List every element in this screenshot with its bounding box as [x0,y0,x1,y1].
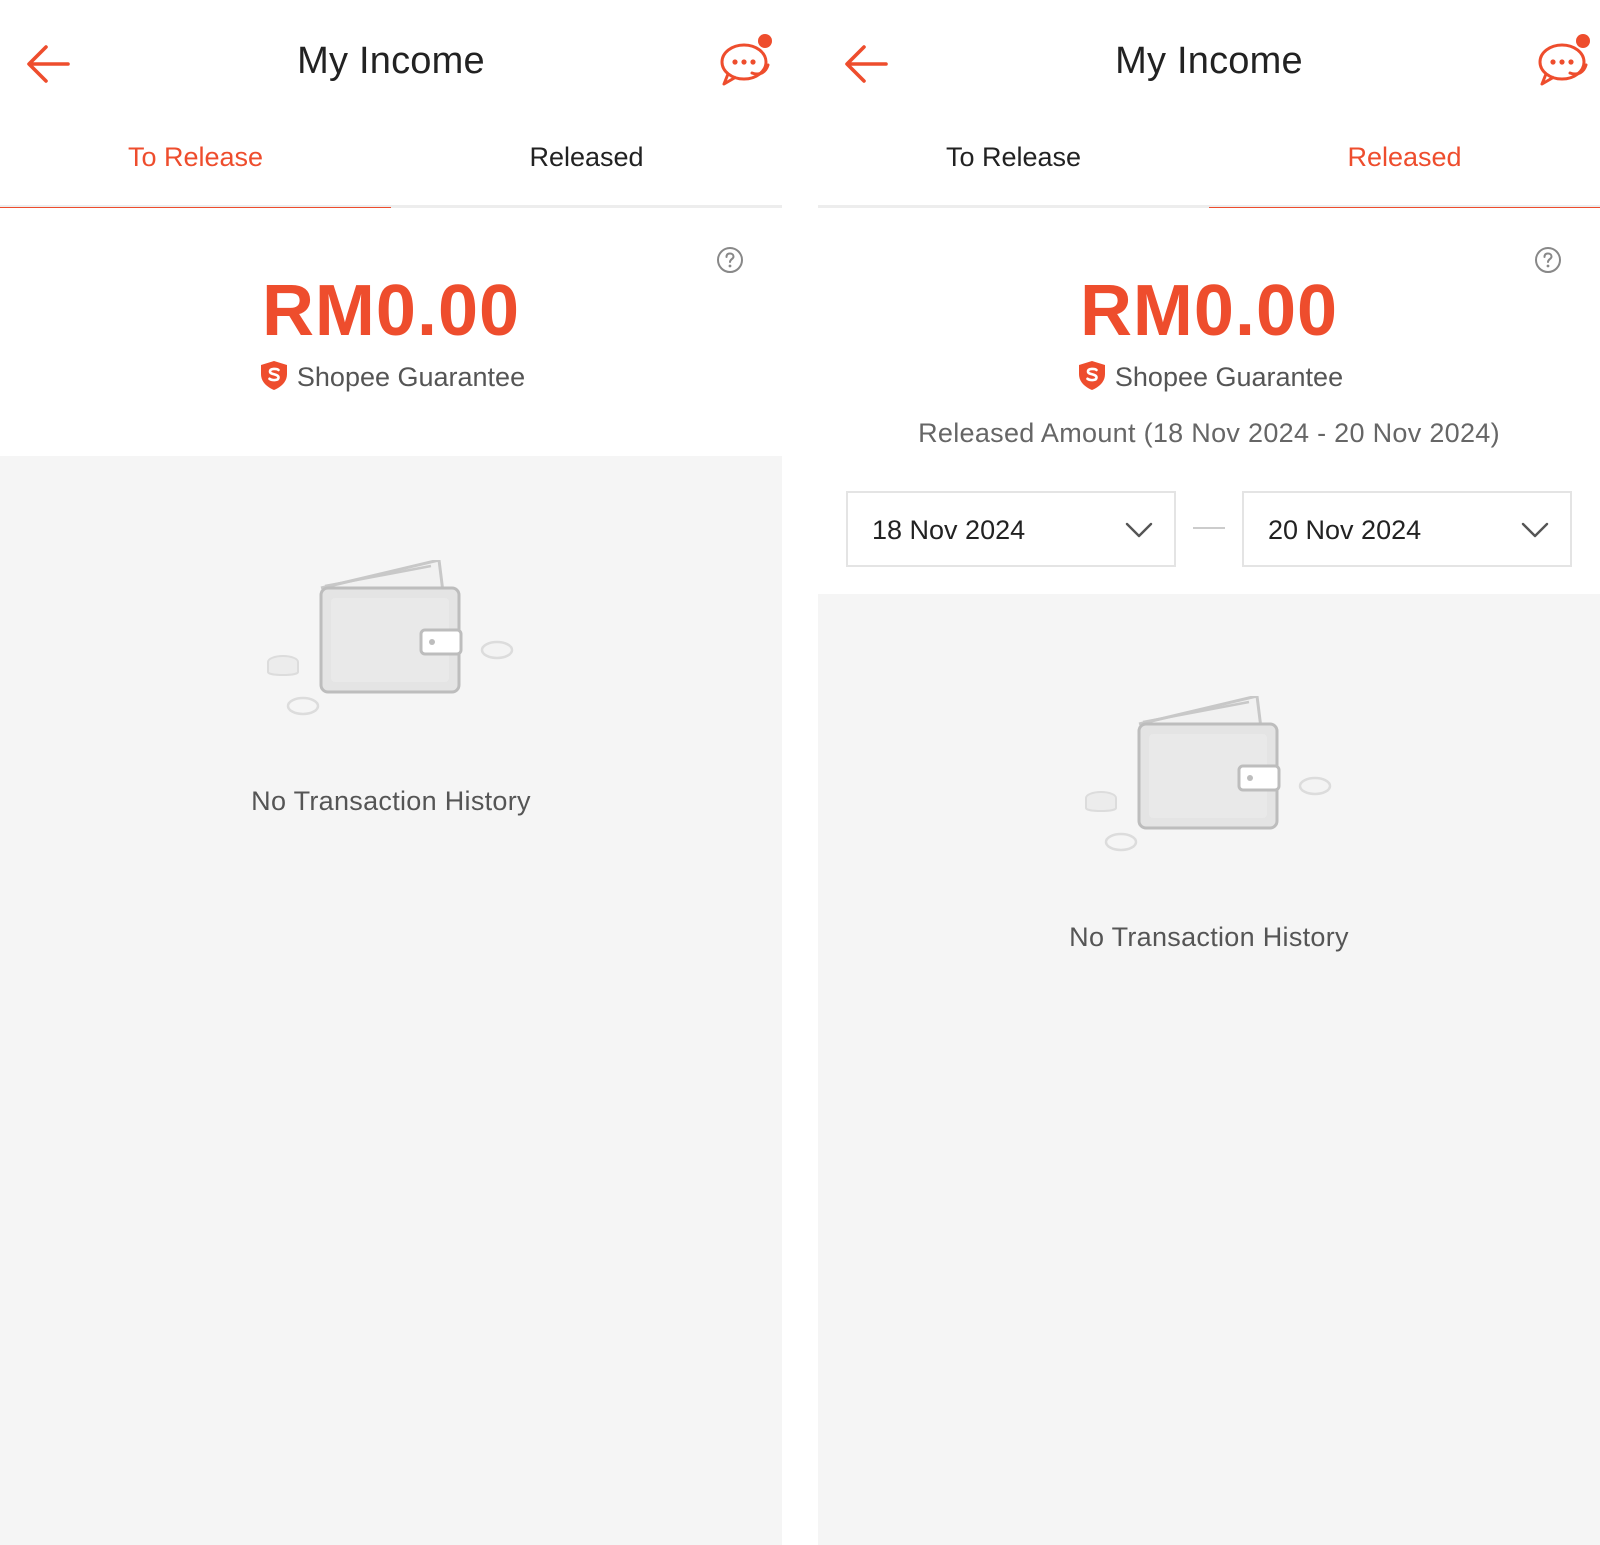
wallet-illustration-icon [267,560,514,716]
tab-to-release[interactable]: To Release [818,118,1209,208]
empty-state-text: No Transaction History [1069,922,1349,952]
shield-icon [1075,358,1109,392]
income-summary: RM0.00 Shopee Guarantee Released Amount … [818,208,1600,594]
wallet-illustration-icon [1085,696,1332,852]
tab-released[interactable]: Released [1209,118,1600,211]
guarantee-label: Shopee Guarantee [1114,362,1344,392]
tab-bar: To Release Released [818,118,1600,211]
page-title: My Income [1115,40,1303,82]
my-income-screen-released: My Income To Release Released RM0.00 Sho… [818,0,1600,1545]
end-date-value: 20 Nov 2024 [1268,515,1422,545]
shopee-guarantee: Shopee Guarantee [818,358,1600,393]
end-date-select[interactable]: 20 Nov 2024 [1242,491,1572,567]
income-amount: RM0.00 [1079,271,1339,351]
empty-state: No Transaction History [818,696,1600,953]
my-income-screen-to-release: My Income To Release Released RM0.00 Sho… [0,0,782,1545]
comparison-canvas: My Income To Release Released RM0.00 Sho… [0,0,1600,1545]
released-range-note: Released Amount (18 Nov 2024 - 20 Nov 20… [918,418,1500,448]
notification-dot [758,34,772,48]
empty-state: No Transaction History [0,560,782,817]
start-date-select[interactable]: 18 Nov 2024 [846,491,1176,567]
shield-icon [257,358,291,392]
empty-state-text: No Transaction History [251,786,531,816]
income-amount: RM0.00 [261,271,521,351]
tab-released[interactable]: Released [391,118,782,208]
top-bar: My Income [0,0,782,118]
start-date-value: 18 Nov 2024 [872,515,1026,545]
notification-dot [1576,34,1590,48]
tab-bar: To Release Released [0,118,782,211]
guarantee-label: Shopee Guarantee [296,362,526,392]
tab-to-release[interactable]: To Release [0,118,391,211]
income-summary: RM0.00 Shopee Guarantee [0,208,782,456]
chevron-down-icon [1125,522,1153,538]
page-title: My Income [297,40,485,82]
date-range-separator [1193,527,1225,529]
chevron-down-icon [1521,522,1549,538]
shopee-guarantee: Shopee Guarantee [0,358,782,393]
top-bar: My Income [818,0,1600,118]
